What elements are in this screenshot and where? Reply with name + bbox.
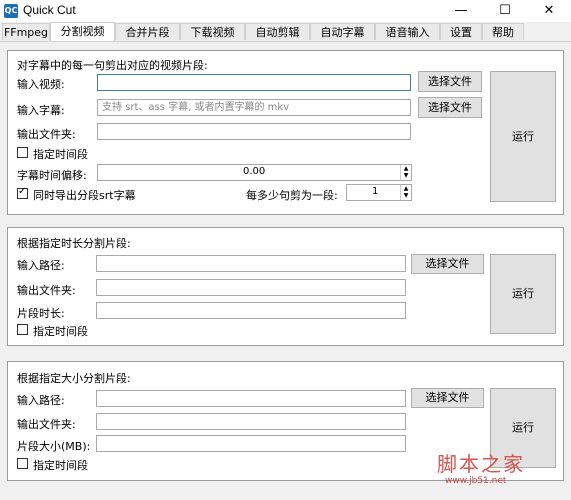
run-button[interactable]: 运行 [490,71,556,202]
input-path-field[interactable] [96,390,406,407]
time-range-checkbox[interactable] [17,324,28,335]
output-folder-field[interactable] [96,279,406,296]
status-bar [0,484,571,500]
export-srt-label: 同时导出分段srt字幕 [33,189,136,202]
watermark-url: www.jb51.net [445,476,507,486]
offset-value: 0.00 [243,166,266,177]
tab-settings[interactable]: 设置 [440,23,482,40]
time-range-label: 指定时间段 [33,459,88,472]
tab-help[interactable]: 帮助 [482,23,524,40]
choose-video-button[interactable]: 选择文件 [418,71,482,92]
tab-ffmpeg[interactable]: FFmpeg [2,23,50,40]
input-path-label: 输入路径: [17,259,65,272]
tab-merge-clips[interactable]: 合并片段 [115,23,180,40]
title-bar: QC Quick Cut — ☐ ✕ [0,0,571,22]
input-subtitle-label: 输入字幕: [17,104,65,117]
choose-file-button[interactable]: 选择文件 [411,388,484,408]
input-subtitle-field[interactable]: 支持 srt、ass 字幕, 或者内置字幕的 mkv [97,99,411,116]
input-video-label: 输入视频: [17,78,65,91]
input-video-field[interactable] [97,74,411,91]
tab-download-video[interactable]: 下载视频 [180,23,245,40]
duration-label: 片段时长: [17,307,65,320]
tab-bar: FFmpeg 分割视频 合并片段 下载视频 自动剪辑 自动字幕 语音输入 设置 … [0,22,571,42]
maximize-button[interactable]: ☐ [483,0,527,22]
output-folder-label: 输出文件夹: [17,418,76,431]
time-range-label: 指定时间段 [33,325,88,338]
output-folder-label: 输出文件夹: [17,128,76,141]
duration-split-group: 根据指定时长分割片段: 输入路径: 选择文件 输出文件夹: 片段时长: 指定时间… [7,227,564,346]
input-path-field[interactable] [96,255,406,272]
section-title: 根据指定时长分割片段: [17,237,131,250]
tab-auto-subtitle[interactable]: 自动字幕 [310,23,375,40]
export-srt-checkbox[interactable] [17,186,28,199]
per-segment-label: 每多少句剪为一段: [246,189,338,202]
subtitle-split-group: 对字幕中的每一句剪出对应的视频片段: 输入视频: 选择文件 输入字幕: 支持 s… [7,50,564,215]
per-segment-spinbox[interactable]: 1 ▲ ▼ [346,184,412,201]
tab-split-video[interactable]: 分割视频 [50,22,115,41]
close-button[interactable]: ✕ [527,0,571,22]
time-range-checkbox[interactable] [17,147,28,158]
app-icon: QC [4,4,18,18]
size-mb-label: 片段大小(MB): [17,440,91,453]
duration-field[interactable] [96,302,406,319]
tab-auto-edit[interactable]: 自动剪辑 [245,23,310,40]
window-title: Quick Cut [23,3,76,17]
choose-file-button[interactable]: 选择文件 [411,254,484,274]
output-folder-field[interactable] [96,413,406,430]
output-folder-field[interactable] [97,123,411,140]
offset-label: 字幕时间偏移: [17,169,87,182]
section-title: 根据指定大小分割片段: [17,372,131,385]
section-title: 对字幕中的每一句剪出对应的视频片段: [17,59,208,72]
spin-arrows-icon[interactable]: ▲ ▼ [400,165,411,180]
offset-spinbox[interactable]: 0.00 ▲ ▼ [97,164,412,181]
run-button[interactable]: 运行 [490,254,556,334]
size-mb-field[interactable] [96,435,406,452]
watermark-logo: 脚本之家 [437,452,525,476]
minimize-button[interactable]: — [439,0,483,22]
time-range-label: 指定时间段 [33,148,88,161]
input-path-label: 输入路径: [17,394,65,407]
per-segment-value: 1 [372,186,379,197]
time-range-checkbox[interactable] [17,458,28,469]
output-folder-label: 输出文件夹: [17,284,76,297]
choose-subtitle-button[interactable]: 选择文件 [418,97,482,118]
spin-arrows-icon[interactable]: ▲ ▼ [400,185,411,200]
tab-voice-input[interactable]: 语音输入 [375,23,440,40]
